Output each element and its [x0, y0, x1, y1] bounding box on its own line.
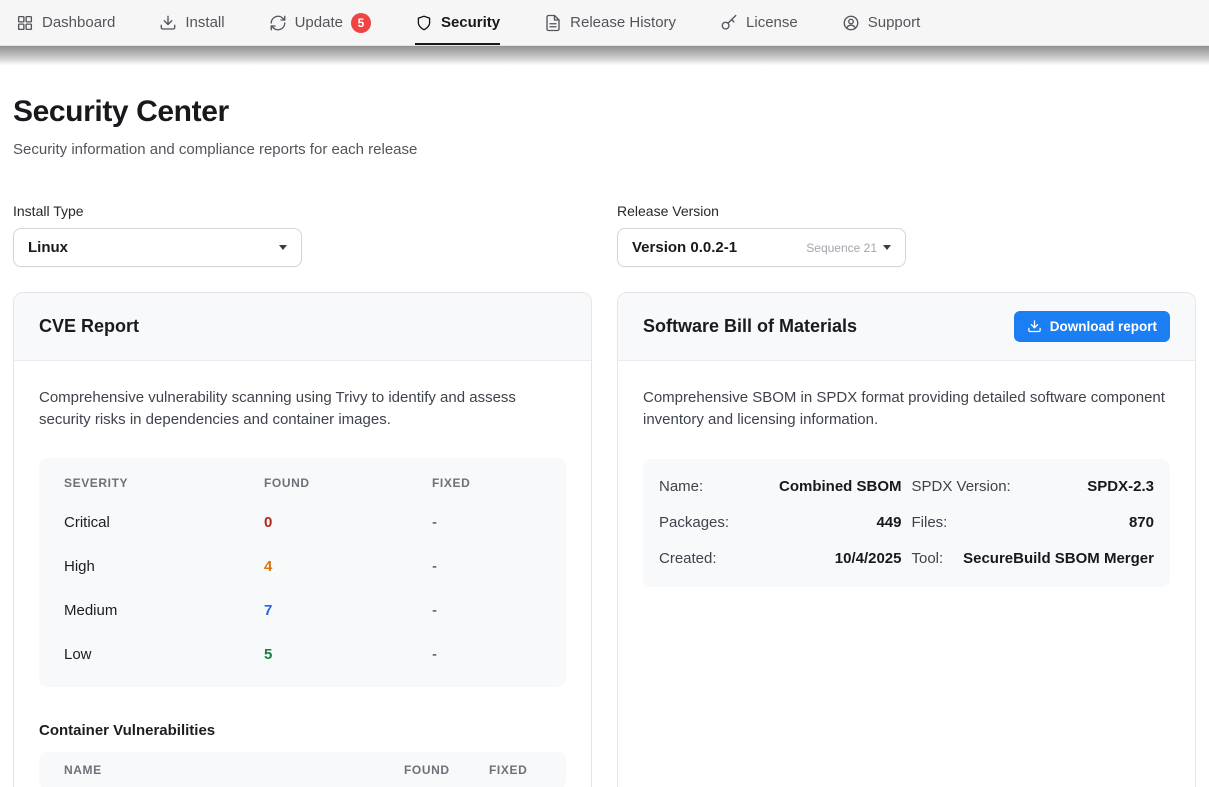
key-icon: [720, 14, 738, 32]
found-count: 7: [264, 602, 432, 619]
cve-report-card: CVE Report Comprehensive vulnerability s…: [13, 292, 592, 787]
sbom-spdx-version-value: SPDX-2.3: [1087, 478, 1154, 495]
sbom-spdx-version-label: SPDX Version:: [912, 478, 1011, 495]
tab-label: Support: [868, 14, 921, 31]
tab-release-history[interactable]: Release History: [544, 0, 676, 45]
found-count: 5: [264, 646, 432, 663]
fixed-count: -: [432, 602, 541, 619]
sbom-files-value: 870: [1129, 514, 1154, 531]
download-icon: [1027, 319, 1042, 334]
fixed-count: -: [432, 514, 541, 531]
refresh-icon: [269, 14, 287, 32]
sbom-name-value: Combined SBOM: [779, 478, 902, 495]
severity-table: SEVERITY FOUND FIXED Critical 0 - High 4…: [39, 458, 566, 687]
severity-name: Critical: [64, 514, 264, 531]
sequence-label: Sequence 21: [806, 241, 877, 255]
sbom-name-label: Name:: [659, 478, 703, 495]
user-circle-icon: [842, 14, 860, 32]
table-row-low: Low 5 -: [39, 633, 566, 677]
update-count-badge: 5: [351, 13, 371, 33]
col-name: NAME: [64, 763, 404, 777]
table-row-medium: Medium 7 -: [39, 589, 566, 633]
install-type-label: Install Type: [13, 203, 592, 219]
chevron-down-icon: [883, 245, 891, 250]
tab-install[interactable]: Install: [159, 0, 224, 45]
chevron-down-icon: [279, 245, 287, 250]
install-type-select[interactable]: Linux: [13, 228, 302, 267]
sbom-tool-label: Tool:: [912, 550, 944, 567]
col-fixed: FIXED: [432, 476, 541, 490]
severity-table-header: SEVERITY FOUND FIXED: [39, 466, 566, 501]
fixed-count: -: [432, 558, 541, 575]
sbom-info-row: Packages: 449 Files: 870: [659, 505, 1154, 541]
found-count: 0: [264, 514, 432, 531]
dashboard-icon: [16, 14, 34, 32]
found-count: 4: [264, 558, 432, 575]
col-found: FOUND: [264, 476, 432, 490]
sbom-packages-value: 449: [876, 514, 901, 531]
sbom-info-grid: Name: Combined SBOM SPDX Version: SPDX-2…: [643, 459, 1170, 587]
container-vulnerabilities-title: Container Vulnerabilities: [39, 722, 566, 739]
report-cards: CVE Report Comprehensive vulnerability s…: [13, 292, 1196, 787]
download-icon: [159, 14, 177, 32]
sbom-header: Software Bill of Materials Download repo…: [618, 293, 1195, 361]
install-type-value: Linux: [28, 239, 68, 256]
tab-support[interactable]: Support: [842, 0, 921, 45]
container-vulnerabilities-section: Container Vulnerabilities NAME FOUND FIX…: [39, 722, 566, 787]
tab-label: Install: [185, 14, 224, 31]
security-center-page: Security Center Security information and…: [0, 95, 1209, 787]
page-title: Security Center: [13, 95, 1196, 129]
col-fixed: FIXED: [489, 763, 541, 777]
cve-report-description: Comprehensive vulnerability scanning usi…: [39, 387, 566, 431]
tab-label: Security: [441, 14, 500, 31]
download-report-label: Download report: [1050, 319, 1157, 334]
tab-security[interactable]: Security: [415, 0, 500, 45]
cve-report-header: CVE Report: [14, 293, 591, 361]
sbom-description: Comprehensive SBOM in SPDX format provid…: [643, 387, 1170, 431]
sbom-packages-label: Packages:: [659, 514, 729, 531]
tab-license[interactable]: License: [720, 0, 798, 45]
release-version-value: Version 0.0.2-1: [632, 239, 737, 256]
col-found: FOUND: [404, 763, 489, 777]
document-icon: [544, 14, 562, 32]
sbom-files-label: Files:: [912, 514, 948, 531]
cve-report-title: CVE Report: [39, 316, 139, 337]
release-version-label: Release Version: [617, 203, 1196, 219]
sbom-tool-value: SecureBuild SBOM Merger: [963, 550, 1154, 567]
download-report-button[interactable]: Download report: [1014, 311, 1170, 342]
sbom-info-row: Created: 10/4/2025 Tool: SecureBuild SBO…: [659, 541, 1154, 577]
tab-label: License: [746, 14, 798, 31]
fixed-count: -: [432, 646, 541, 663]
filters-row: Install Type Linux Release Version Versi…: [13, 203, 1196, 267]
sbom-created-label: Created:: [659, 550, 717, 567]
table-row-high: High 4 -: [39, 545, 566, 589]
sbom-created-value: 10/4/2025: [835, 550, 902, 567]
shield-icon: [415, 14, 433, 32]
sbom-title: Software Bill of Materials: [643, 316, 857, 337]
tab-label: Dashboard: [42, 14, 115, 31]
top-navbar: Dashboard Install Update 5 Security Rele…: [0, 0, 1209, 46]
tab-label: Update: [295, 14, 343, 31]
table-row-critical: Critical 0 -: [39, 501, 566, 545]
sbom-card: Software Bill of Materials Download repo…: [617, 292, 1196, 787]
severity-name: Low: [64, 646, 264, 663]
release-version-select[interactable]: Version 0.0.2-1 Sequence 21: [617, 228, 906, 267]
sbom-info-row: Name: Combined SBOM SPDX Version: SPDX-2…: [659, 469, 1154, 505]
col-severity: SEVERITY: [64, 476, 264, 490]
tab-update[interactable]: Update 5: [269, 0, 371, 45]
container-vulnerabilities-header: NAME FOUND FIXED: [39, 752, 566, 787]
header-scroll-shadow: [0, 46, 1209, 65]
severity-name: Medium: [64, 602, 264, 619]
release-version-filter: Release Version Version 0.0.2-1 Sequence…: [617, 203, 1196, 267]
tab-dashboard[interactable]: Dashboard: [16, 0, 115, 45]
tab-label: Release History: [570, 14, 676, 31]
severity-name: High: [64, 558, 264, 575]
page-subtitle: Security information and compliance repo…: [13, 141, 1196, 158]
install-type-filter: Install Type Linux: [13, 203, 592, 267]
